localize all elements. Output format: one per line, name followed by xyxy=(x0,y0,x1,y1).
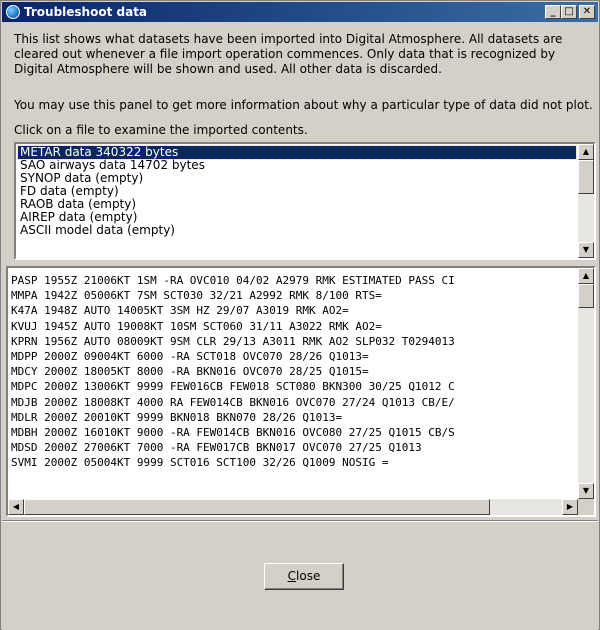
contents-line: MMPA 1942Z 05006KT 7SM SCT030 32/21 A299… xyxy=(11,289,382,303)
minimize-button[interactable]: _ xyxy=(545,5,561,19)
window-title: Troubleshoot data xyxy=(24,5,148,19)
click-prompt: Click on a file to examine the imported … xyxy=(14,123,308,137)
contents-line: MDJB 2000Z 18008KT 4000 RA FEW014CB BKN0… xyxy=(11,395,455,409)
dataset-list-item[interactable]: ASCII model data (empty) xyxy=(18,224,576,237)
dataset-list-scrollbar[interactable]: ▲ ▼ xyxy=(578,144,594,258)
scroll-thumb[interactable] xyxy=(578,160,594,194)
scroll-thumb[interactable] xyxy=(578,284,594,308)
close-button-mnemonic: C xyxy=(287,569,297,583)
scroll-left-icon[interactable]: ◀ xyxy=(8,499,24,515)
contents-line: MDBH 2000Z 16010KT 9000 -RA FEW014CB BKN… xyxy=(11,426,455,440)
help-text: You may use this panel to get more infor… xyxy=(14,98,593,112)
contents-line: MDPP 2000Z 09004KT 6000 -RA SCT018 OVC07… xyxy=(11,350,369,364)
contents-vscrollbar[interactable]: ▲ ▼ xyxy=(578,268,594,499)
contents-line: MDCY 2000Z 18005KT 8000 -RA BKN016 OVC07… xyxy=(11,365,369,379)
scroll-down-icon[interactable]: ▼ xyxy=(578,483,594,499)
contents-line: MDSD 2000Z 27006KT 7000 -RA FEW017CB BKN… xyxy=(11,441,422,455)
contents-line: PASP 1955Z 21006KT 1SM -RA OVC010 04/02 … xyxy=(11,274,455,287)
intro-paragraph: This list shows what datasets have been … xyxy=(14,32,563,76)
contents-line: KPRN 1956Z AUTO 08009KT 9SM CLR 29/13 A3… xyxy=(11,334,455,348)
dataset-list[interactable]: METAR data 340322 bytes SAO airways data … xyxy=(14,142,596,260)
title-bar: Troubleshoot data _ □ ✕ xyxy=(2,2,598,22)
close-window-button[interactable]: ✕ xyxy=(579,5,595,19)
close-button[interactable]: Close xyxy=(264,563,344,590)
contents-view[interactable]: PASP 1955Z 21006KT 1SM -RA OVC010 04/02 … xyxy=(6,266,596,517)
close-button-label: lose xyxy=(296,569,321,583)
scroll-up-icon[interactable]: ▲ xyxy=(578,268,594,284)
maximize-button[interactable]: □ xyxy=(561,5,577,19)
scroll-right-icon[interactable]: ▶ xyxy=(562,499,578,515)
contents-line: K47A 1948Z AUTO 14005KT 3SM HZ 29/07 A30… xyxy=(11,304,349,318)
contents-line: KVUJ 1945Z AUTO 19008KT 10SM SCT060 31/1… xyxy=(11,319,382,333)
contents-line: MDLR 2000Z 20010KT 9999 BKN018 BKN070 28… xyxy=(11,410,343,424)
scroll-up-icon[interactable]: ▲ xyxy=(578,144,594,160)
scroll-thumb[interactable] xyxy=(24,499,490,515)
scroll-down-icon[interactable]: ▼ xyxy=(578,242,594,258)
intro-text: This list shows what datasets have been … xyxy=(14,32,594,77)
contents-text: PASP 1955Z 21006KT 1SM -RA OVC010 04/02 … xyxy=(11,273,576,471)
troubleshoot-data-window: Troubleshoot data _ □ ✕ This list shows … xyxy=(0,0,600,630)
contents-line: MDPC 2000Z 13006KT 9999 FEW016CB FEW018 … xyxy=(11,380,455,394)
scroll-corner xyxy=(578,499,594,515)
contents-line: SVMI 2000Z 05004KT 9999 SCT016 SCT100 32… xyxy=(11,456,389,470)
app-globe-icon xyxy=(6,5,20,19)
contents-hscrollbar[interactable]: ◀ ▶ xyxy=(8,499,578,515)
